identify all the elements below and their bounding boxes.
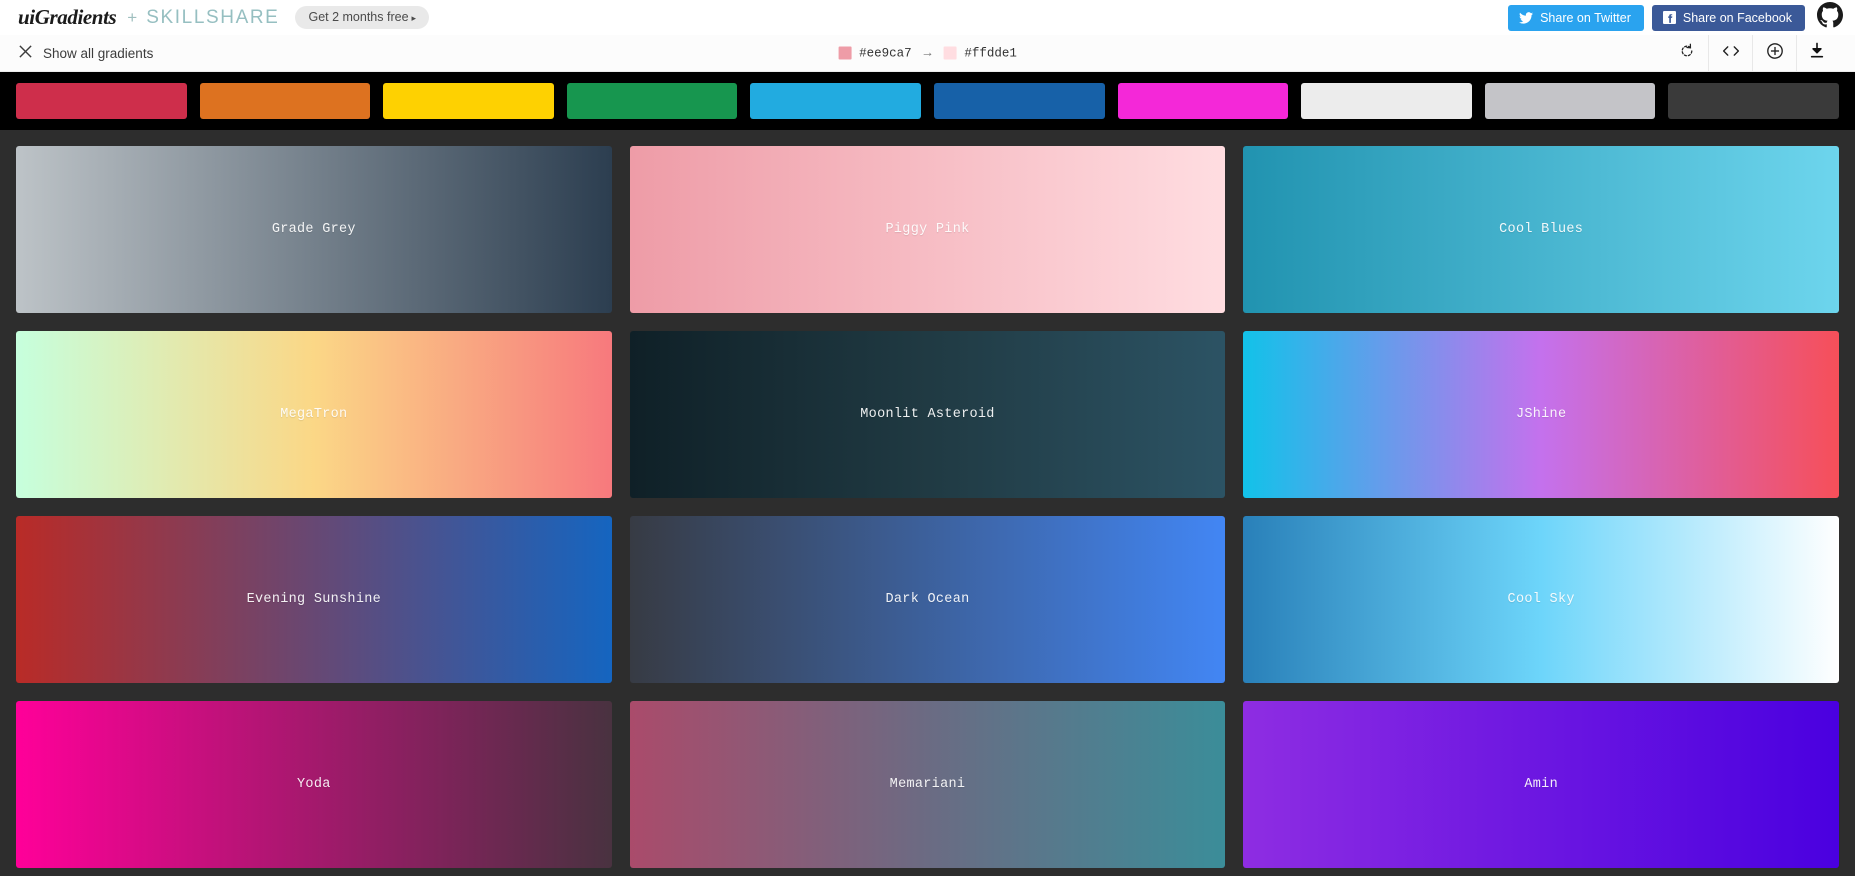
gradient-card-label: MegaTron (280, 407, 347, 422)
show-all-gradients-button[interactable]: Show all gradients (18, 44, 153, 62)
color-filter-red[interactable] (16, 83, 187, 119)
gradient-card-label: Yoda (297, 777, 331, 792)
color-filter-light-blue[interactable] (750, 83, 921, 119)
gradient-card[interactable]: Memariani (630, 701, 1226, 868)
gradient-card[interactable]: Cool Blues (1243, 146, 1839, 313)
plus-circle-icon (1766, 42, 1784, 65)
color-filter-white[interactable] (1301, 83, 1472, 119)
color-filter-yellow[interactable] (383, 83, 554, 119)
share-twitter-label: Share on Twitter (1540, 11, 1631, 25)
code-icon (1722, 43, 1740, 64)
color-filter-blue[interactable] (934, 83, 1105, 119)
gradient-card[interactable]: Evening Sunshine (16, 516, 612, 683)
brand-plus-separator: + (127, 8, 137, 28)
color-filter-magenta[interactable] (1118, 83, 1289, 119)
gradient-toolbar: Show all gradients #ee9ca7 → #ffdde1 (0, 35, 1855, 72)
start-color-swatch[interactable] (838, 47, 851, 60)
gradient-card-label: Piggy Pink (885, 222, 969, 237)
close-icon (18, 44, 33, 62)
rotate-icon (1679, 43, 1695, 64)
share-twitter-button[interactable]: Share on Twitter (1508, 5, 1644, 31)
toolbar-actions (1665, 35, 1841, 71)
color-filter-black[interactable] (1668, 83, 1839, 119)
gradient-card-label: Cool Sky (1508, 592, 1575, 607)
gradient-grid: Grade Grey Piggy Pink Cool Blues MegaTron Mo… (0, 130, 1855, 876)
share-facebook-button[interactable]: Share on Facebook (1652, 5, 1805, 31)
brand-logo[interactable]: uiGradients (18, 5, 116, 30)
start-color-value[interactable]: #ee9ca7 (859, 46, 912, 60)
share-facebook-label: Share on Facebook (1683, 11, 1792, 25)
app-header: uiGradients + SKILLSHARE Get 2 months fr… (0, 0, 1855, 35)
gradient-card[interactable]: Piggy Pink (630, 146, 1226, 313)
gradient-card[interactable]: Cool Sky (1243, 516, 1839, 683)
color-filter-green[interactable] (567, 83, 738, 119)
gradient-card[interactable]: Yoda (16, 701, 612, 868)
facebook-icon (1663, 11, 1676, 24)
gradient-card[interactable]: Grade Grey (16, 146, 612, 313)
color-filter-grey[interactable] (1485, 83, 1656, 119)
arrow-icon: → (924, 46, 932, 61)
show-all-gradients-label: Show all gradients (43, 46, 153, 61)
plus-circle-icon-button[interactable] (1753, 35, 1797, 71)
gradient-card[interactable]: Moonlit Asteroid (630, 331, 1226, 498)
promo-button[interactable]: Get 2 months free ▸ (295, 6, 429, 29)
code-icon-button[interactable] (1709, 35, 1753, 71)
gradient-card-label: Cool Blues (1499, 222, 1583, 237)
gradient-card[interactable]: Amin (1243, 701, 1839, 868)
twitter-icon (1519, 12, 1533, 24)
partner-logo[interactable]: SKILLSHARE (146, 7, 279, 29)
download-icon (1809, 42, 1825, 64)
gradient-card-label: Evening Sunshine (247, 592, 381, 607)
color-filter-orange[interactable] (200, 83, 371, 119)
gradient-card-label: Memariani (890, 777, 966, 792)
rotate-icon-button[interactable] (1665, 35, 1709, 71)
promo-caret-icon: ▸ (412, 13, 417, 23)
gradient-card-label: Amin (1524, 777, 1558, 792)
end-color-swatch[interactable] (943, 47, 956, 60)
download-icon-button[interactable] (1797, 35, 1841, 71)
gradient-card[interactable]: MegaTron (16, 331, 612, 498)
gradient-card-label: Dark Ocean (885, 592, 969, 607)
end-color-value[interactable]: #ffdde1 (964, 46, 1017, 60)
gradient-color-readout: #ee9ca7 → #ffdde1 (838, 46, 1017, 61)
promo-text: Get 2 months free (308, 10, 408, 24)
gradient-card-label: Grade Grey (272, 222, 356, 237)
color-filter-row (0, 72, 1855, 130)
gradient-card[interactable]: JShine (1243, 331, 1839, 498)
gradient-card[interactable]: Dark Ocean (630, 516, 1226, 683)
gradient-card-label: Moonlit Asteroid (860, 407, 994, 422)
gradient-card-label: JShine (1516, 407, 1566, 422)
github-icon[interactable] (1817, 2, 1843, 33)
